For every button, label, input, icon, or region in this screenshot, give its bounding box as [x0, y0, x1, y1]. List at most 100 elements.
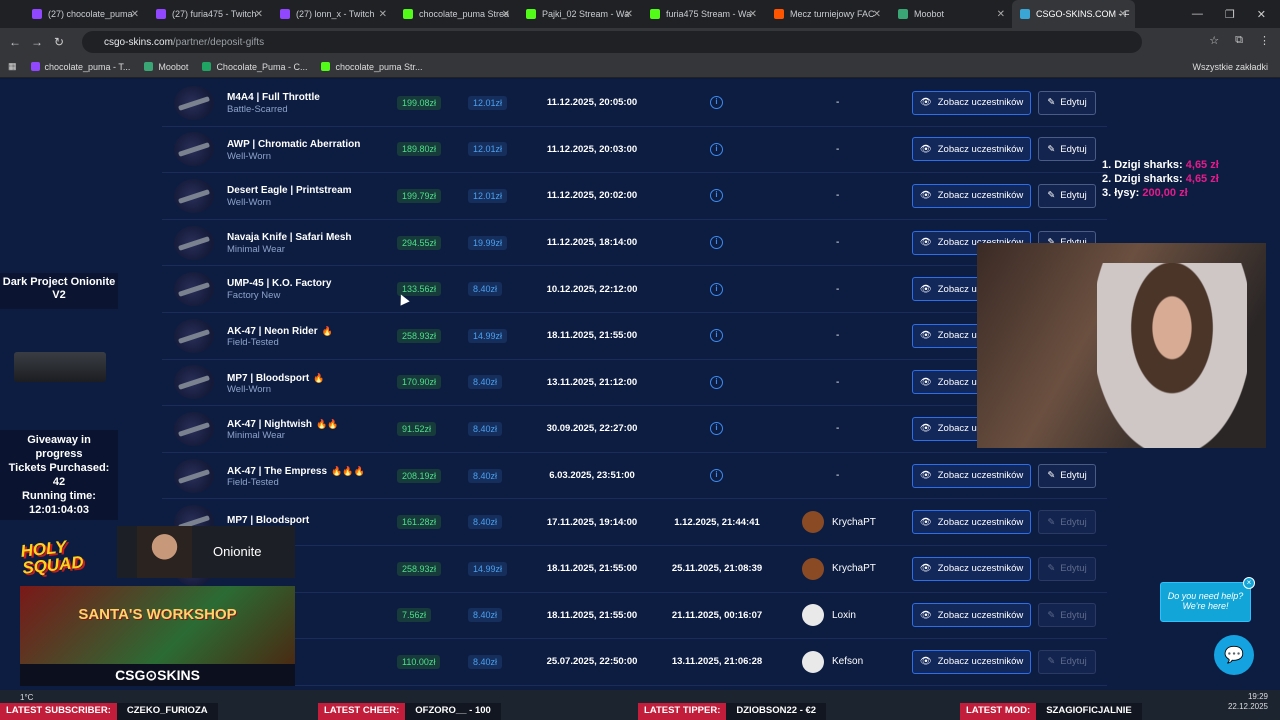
edit-label: Edytuj — [1060, 97, 1087, 109]
eye-icon: 👁 — [919, 330, 932, 342]
weather-widget[interactable]: 1°C — [20, 693, 33, 702]
table-row: AK-47 | Nightwish 🔥🔥 Minimal Wear 91.52zł 8.… — [162, 406, 1107, 453]
close-icon[interactable]: ✕ — [749, 9, 757, 20]
winner: KrychaPT — [802, 557, 876, 580]
maximize-icon[interactable]: ❐ — [1225, 8, 1235, 21]
edit-icon: ✎ — [1047, 97, 1056, 109]
bookmark-item[interactable]: chocolate_puma Str... — [321, 62, 423, 72]
close-icon[interactable]: ✕ — [255, 9, 263, 20]
edit-button[interactable]: ✎ Edytuj — [1038, 137, 1096, 162]
edit-icon: ✎ — [1047, 516, 1056, 528]
info-icon[interactable]: i — [710, 96, 723, 110]
chat-icon[interactable]: 💬 — [1214, 635, 1254, 675]
close-icon[interactable]: ✕ — [873, 9, 881, 20]
browser-tab[interactable]: (27) furia475 - Twitch ✕ — [148, 0, 271, 28]
view-label: Zobacz uczestników — [937, 143, 1024, 155]
info-icon[interactable]: i — [710, 469, 723, 483]
edit-button[interactable]: ✎ Edytuj — [1038, 603, 1096, 628]
clock[interactable]: 19:29 22.12.2025 — [1228, 692, 1268, 712]
table-row: AK-47 | Neon Rider 🔥 Field-Tested 258.93zł 1… — [162, 313, 1107, 360]
apps-icon[interactable]: ▦ — [8, 61, 17, 72]
view-participants-button[interactable]: 👁 Zobacz uczestników — [912, 649, 1031, 674]
window-controls[interactable]: — ❐ ✕ — [1178, 0, 1280, 29]
chat-help-bubble[interactable]: Do you need help? We're here! — [1160, 582, 1251, 622]
view-participants-button[interactable]: 👁 Zobacz uczestników — [912, 556, 1031, 581]
close-icon[interactable]: × — [1243, 577, 1255, 589]
eye-icon: 👁 — [919, 609, 932, 621]
price-badge: 7.56zł — [397, 608, 432, 623]
fee-badge: 8.40zł — [468, 282, 503, 297]
view-participants-button[interactable]: 👁 Zobacz uczestników — [912, 183, 1031, 208]
browser-tab[interactable]: Moobot ✕ — [890, 0, 1013, 28]
skin-thumbnail — [174, 411, 214, 446]
avatar — [802, 604, 824, 627]
close-icon[interactable]: ✕ — [131, 9, 139, 20]
edit-button[interactable]: ✎ Edytuj — [1038, 90, 1096, 115]
fee-badge: 12.01zł — [468, 188, 508, 203]
edit-button[interactable]: ✎ Edytuj — [1038, 183, 1096, 208]
price-badge: 199.79zł — [397, 188, 442, 203]
view-participants-button[interactable]: 👁 Zobacz uczestników — [912, 90, 1031, 115]
fee-badge: 12.01zł — [468, 142, 508, 157]
bookmark-item[interactable]: Chocolate_Puma - C... — [202, 62, 307, 72]
browser-tab[interactable]: CSGO-SKINS.COM - F ✕ — [1012, 0, 1135, 28]
skin-thumbnail — [174, 458, 214, 493]
close-icon[interactable]: ✕ — [1257, 8, 1266, 21]
address-bar: ← → ↻ csgo-skins.com/partner/deposit-gif… — [0, 28, 1280, 56]
skin-condition: Field-Tested — [227, 337, 279, 348]
info-icon[interactable]: i — [710, 375, 723, 389]
winner-name: KrychaPT — [832, 516, 876, 528]
winner-name: Loxin — [832, 609, 856, 621]
bookmark-favicon-icon — [144, 62, 154, 71]
webcam-streamer — [977, 243, 1266, 448]
leader-amount: 4,65 zł — [1185, 173, 1219, 185]
info-icon[interactable]: i — [710, 189, 723, 203]
browser-tab[interactable]: (27) chocolate_puma ✕ — [24, 0, 147, 28]
close-icon[interactable]: ✕ — [997, 9, 1005, 20]
winner-placeholder: - — [836, 237, 840, 249]
fee-badge: 14.99zł — [468, 328, 508, 343]
edit-button[interactable]: ✎ Edytuj — [1038, 510, 1096, 535]
view-participants-button[interactable]: 👁 Zobacz uczestników — [912, 463, 1031, 488]
bookmark-item[interactable]: Moobot — [144, 62, 188, 72]
fee-badge: 14.99zł — [468, 561, 508, 576]
tab-label: (27) lonn_x - Twitch — [296, 9, 375, 19]
view-participants-button[interactable]: 👁 Zobacz uczestników — [912, 137, 1031, 162]
skin-thumbnail — [174, 318, 214, 353]
forward-icon[interactable]: → — [26, 35, 48, 49]
browser-tab[interactable]: (27) lonn_x - Twitch ✕ — [272, 0, 395, 28]
info-icon[interactable]: i — [710, 282, 723, 296]
browser-tab[interactable]: furia475 Stream - Wa ✕ — [642, 0, 765, 28]
browser-tab[interactable]: Mecz turniejowy FAC ✕ — [766, 0, 889, 28]
minimize-icon[interactable]: — — [1192, 8, 1203, 21]
edit-button[interactable]: ✎ Edytuj — [1038, 556, 1096, 581]
close-icon[interactable]: ✕ — [502, 9, 510, 20]
extension-icon[interactable]: ⧉ — [1235, 34, 1243, 47]
bookmark-star-icon[interactable]: ☆ — [1209, 34, 1219, 47]
all-bookmarks[interactable]: Wszystkie zakładki — [1192, 62, 1268, 72]
info-icon[interactable]: i — [710, 329, 723, 343]
edit-button[interactable]: ✎ Edytuj — [1038, 463, 1096, 488]
close-icon[interactable]: ✕ — [1119, 9, 1127, 20]
skin-thumbnail — [174, 225, 214, 260]
hot-flame-icon: 🔥 — [313, 372, 325, 383]
close-icon[interactable]: ✕ — [379, 9, 387, 20]
bookmark-item[interactable]: chocolate_puma - T... — [30, 62, 130, 72]
info-icon[interactable]: i — [710, 142, 723, 156]
tab-favicon-icon — [403, 9, 413, 19]
skin-name-text: AK-47 | Nightwish — [227, 419, 313, 431]
reload-icon[interactable]: ↻ — [48, 35, 70, 49]
back-icon[interactable]: ← — [4, 35, 26, 49]
browser-tab[interactable]: chocolate_puma Strea ✕ — [395, 0, 518, 28]
view-participants-button[interactable]: 👁 Zobacz uczestników — [912, 603, 1031, 628]
browser-tab[interactable]: Pajki_02 Stream - Wa ✕ — [518, 0, 641, 28]
info-icon[interactable]: i — [710, 236, 723, 250]
menu-icon[interactable]: ⋮ — [1259, 34, 1270, 47]
tab-favicon-icon — [32, 9, 42, 19]
bookmark-favicon-icon — [321, 62, 331, 71]
close-icon[interactable]: ✕ — [625, 9, 633, 20]
url-input[interactable]: csgo-skins.com/partner/deposit-gifts — [82, 31, 1142, 53]
view-participants-button[interactable]: 👁 Zobacz uczestników — [912, 510, 1031, 535]
edit-button[interactable]: ✎ Edytuj — [1038, 649, 1096, 674]
info-icon[interactable]: i — [710, 422, 723, 436]
